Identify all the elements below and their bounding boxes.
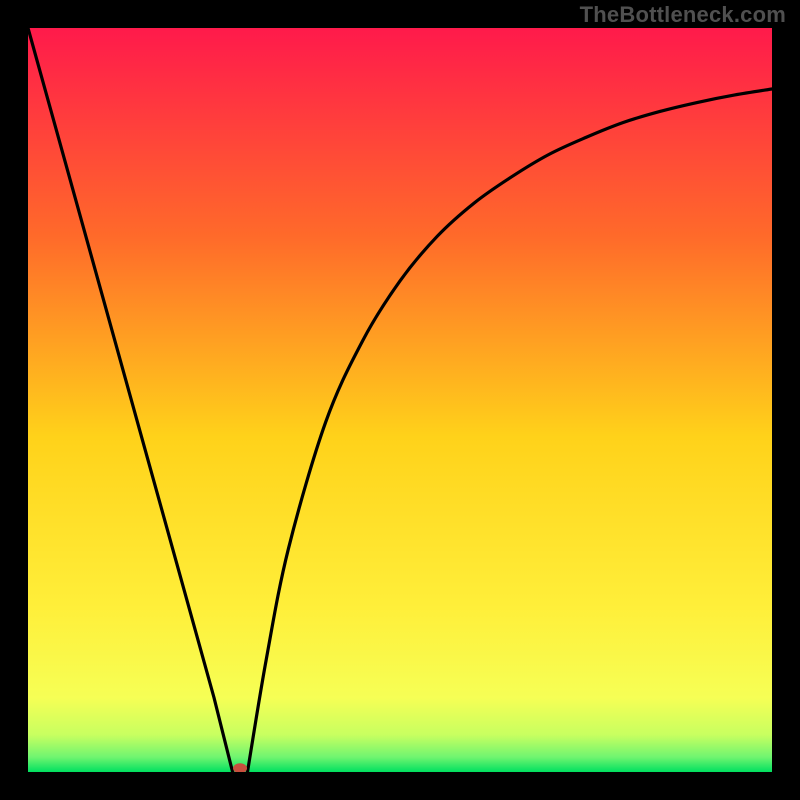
chart-frame: TheBottleneck.com	[0, 0, 800, 800]
gradient-background	[28, 28, 772, 772]
watermark-text: TheBottleneck.com	[580, 2, 786, 28]
plot-area	[28, 28, 772, 772]
chart-svg	[28, 28, 772, 772]
